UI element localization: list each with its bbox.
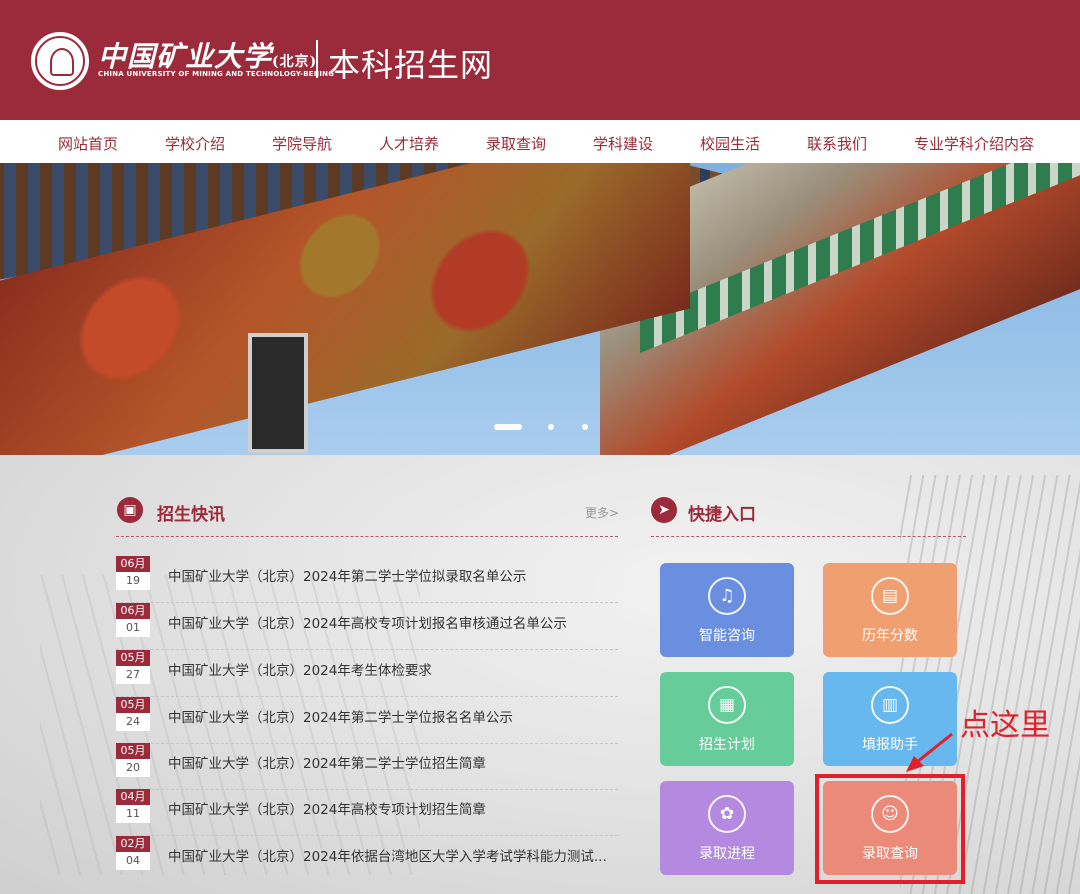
date-month: 06月 <box>116 603 150 619</box>
date-badge: 05月 27 <box>116 650 150 684</box>
date-day: 24 <box>116 713 150 731</box>
university-name-cn: 中国矿业大学(北京) <box>98 35 317 75</box>
news-icon: ▣ <box>117 497 143 523</box>
news-title[interactable]: 中国矿业大学（北京）2024年第二学士学位招生简章 <box>168 752 618 772</box>
annotation-arrow-icon <box>906 732 953 772</box>
carousel-dot-active[interactable] <box>494 424 522 430</box>
news-item[interactable]: 06月 19 中国矿业大学（北京）2024年第二学士学位拟录取名单公示 <box>116 556 618 603</box>
date-day: 19 <box>116 572 150 590</box>
date-month: 06月 <box>116 556 150 572</box>
news-more-link[interactable]: 更多> <box>585 504 619 521</box>
quick-tile-progress[interactable]: ✿ 录取进程 <box>660 781 794 875</box>
news-item[interactable]: 02月 04 中国矿业大学（北京）2024年依据台湾地区大学入学考试学科能力测试.… <box>116 836 618 883</box>
news-title[interactable]: 中国矿业大学（北京）2024年依据台湾地区大学入学考试学科能力测试... <box>168 845 618 865</box>
quick-tile-label: 智能咨询 <box>699 628 755 644</box>
bell-icon: ♫ <box>708 577 746 615</box>
university-logo[interactable] <box>31 32 89 90</box>
news-item[interactable]: 05月 24 中国矿业大学（北京）2024年第二学士学位报名名单公示 <box>116 697 618 744</box>
news-title[interactable]: 中国矿业大学（北京）2024年考生体检要求 <box>168 659 618 679</box>
clipboard-icon: ▤ <box>871 577 909 615</box>
nav-item-home[interactable]: 网站首页 <box>58 133 118 154</box>
date-month: 05月 <box>116 650 150 666</box>
calendar-icon: ▦ <box>708 686 746 724</box>
news-item[interactable]: 05月 27 中国矿业大学（北京）2024年考生体检要求 <box>116 650 618 697</box>
nav-item-majors[interactable]: 专业学科介绍内容 <box>914 133 1034 154</box>
nav-item-contact[interactable]: 联系我们 <box>807 133 867 154</box>
annotation-text: 点这里 <box>960 708 1050 743</box>
site-title: 本科招生网 <box>328 46 494 84</box>
news-item[interactable]: 06月 01 中国矿业大学（北京）2024年高校专项计划报名审核通过名单公示 <box>116 603 618 650</box>
quick-section-title: 快捷入口 <box>688 505 756 525</box>
quick-tile-scores[interactable]: ▤ 历年分数 <box>823 563 957 657</box>
main-nav: 网站首页 学校介绍 学院导航 人才培养 录取查询 学科建设 校园生活 联系我们 … <box>0 120 1080 163</box>
quick-tile-consult[interactable]: ♫ 智能咨询 <box>660 563 794 657</box>
date-day: 20 <box>116 759 150 777</box>
date-day: 04 <box>116 852 150 870</box>
date-badge: 02月 04 <box>116 836 150 870</box>
quick-tile-label: 招生计划 <box>699 737 755 753</box>
paper-plane-icon: ➤ <box>651 497 677 523</box>
logo-cn-text: 中国矿业大学 <box>98 40 273 73</box>
nav-item-training[interactable]: 人才培养 <box>379 133 439 154</box>
logo-cn-suffix: (北京) <box>272 54 318 70</box>
date-badge: 05月 24 <box>116 697 150 731</box>
quick-tile-label: 录取进程 <box>699 846 755 862</box>
nav-item-campus-life[interactable]: 校园生活 <box>700 133 760 154</box>
news-section-rule <box>116 536 618 537</box>
date-day: 27 <box>116 666 150 684</box>
nav-item-admission-query[interactable]: 录取查询 <box>486 133 546 154</box>
date-badge: 06月 01 <box>116 603 150 637</box>
nav-item-disciplines[interactable]: 学科建设 <box>593 133 653 154</box>
date-month: 02月 <box>116 836 150 852</box>
annotation-highlight-box <box>815 774 965 884</box>
news-item[interactable]: 04月 11 中国矿业大学（北京）2024年高校专项计划招生简章 <box>116 789 618 836</box>
news-section-title: 招生快讯 <box>157 505 225 525</box>
header-divider <box>316 40 318 78</box>
news-title[interactable]: 中国矿业大学（北京）2024年第二学士学位拟录取名单公示 <box>168 565 618 585</box>
date-badge: 04月 11 <box>116 789 150 823</box>
date-day: 11 <box>116 805 150 823</box>
hero-banner[interactable] <box>0 163 1080 455</box>
carousel-dot[interactable] <box>548 424 554 430</box>
nav-item-about[interactable]: 学校介绍 <box>165 133 225 154</box>
nav-item-colleges[interactable]: 学院导航 <box>272 133 332 154</box>
date-badge: 05月 20 <box>116 743 150 777</box>
news-title[interactable]: 中国矿业大学（北京）2024年高校专项计划报名审核通过名单公示 <box>168 612 618 632</box>
quick-section-rule <box>651 536 966 537</box>
date-month: 05月 <box>116 697 150 713</box>
news-title[interactable]: 中国矿业大学（北京）2024年第二学士学位报名名单公示 <box>168 706 618 726</box>
carousel-indicators <box>494 424 604 434</box>
date-day: 01 <box>116 619 150 637</box>
site-header: 中国矿业大学(北京) CHINA UNIVERSITY OF MINING AN… <box>0 0 1080 120</box>
carousel-dot[interactable] <box>582 424 588 430</box>
logo-emblem-icon <box>35 36 85 86</box>
news-title[interactable]: 中国矿业大学（北京）2024年高校专项计划招生简章 <box>168 798 618 818</box>
date-month: 05月 <box>116 743 150 759</box>
date-month: 04月 <box>116 789 150 805</box>
university-name-en: CHINA UNIVERSITY OF MINING AND TECHNOLOG… <box>98 70 335 78</box>
quick-tile-plan[interactable]: ▦ 招生计划 <box>660 672 794 766</box>
quick-tile-label: 历年分数 <box>862 628 918 644</box>
news-item[interactable]: 05月 20 中国矿业大学（北京）2024年第二学士学位招生简章 <box>116 743 618 790</box>
banner-window <box>248 333 308 453</box>
date-badge: 06月 19 <box>116 556 150 590</box>
flower-icon: ✿ <box>708 795 746 833</box>
chart-icon: ▥ <box>871 686 909 724</box>
